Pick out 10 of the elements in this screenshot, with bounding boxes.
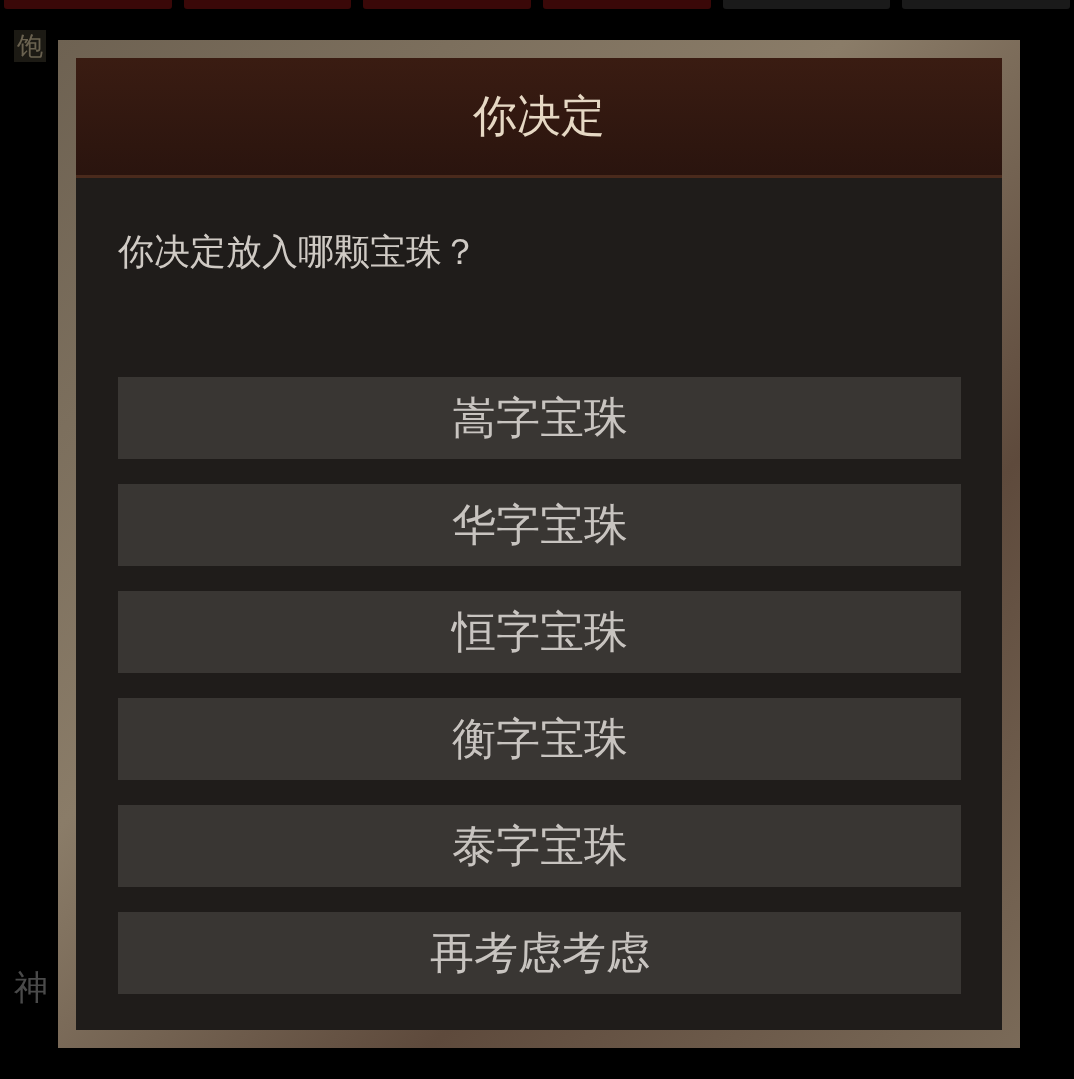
option-button[interactable]: 衡字宝珠 [118, 698, 961, 780]
status-badge: 饱 [14, 30, 46, 62]
dialog-prompt: 你决定放入哪颗宝珠？ [118, 230, 479, 274]
option-button[interactable]: 华字宝珠 [118, 484, 961, 566]
option-button[interactable]: 再考虑考虑 [118, 912, 961, 994]
option-button[interactable]: 嵩字宝珠 [118, 377, 961, 459]
dialog-title: 你决定 [473, 89, 605, 143]
side-label: 神 [14, 966, 48, 1009]
option-button[interactable]: 恒字宝珠 [118, 591, 961, 673]
option-button[interactable]: 泰字宝珠 [118, 805, 961, 887]
